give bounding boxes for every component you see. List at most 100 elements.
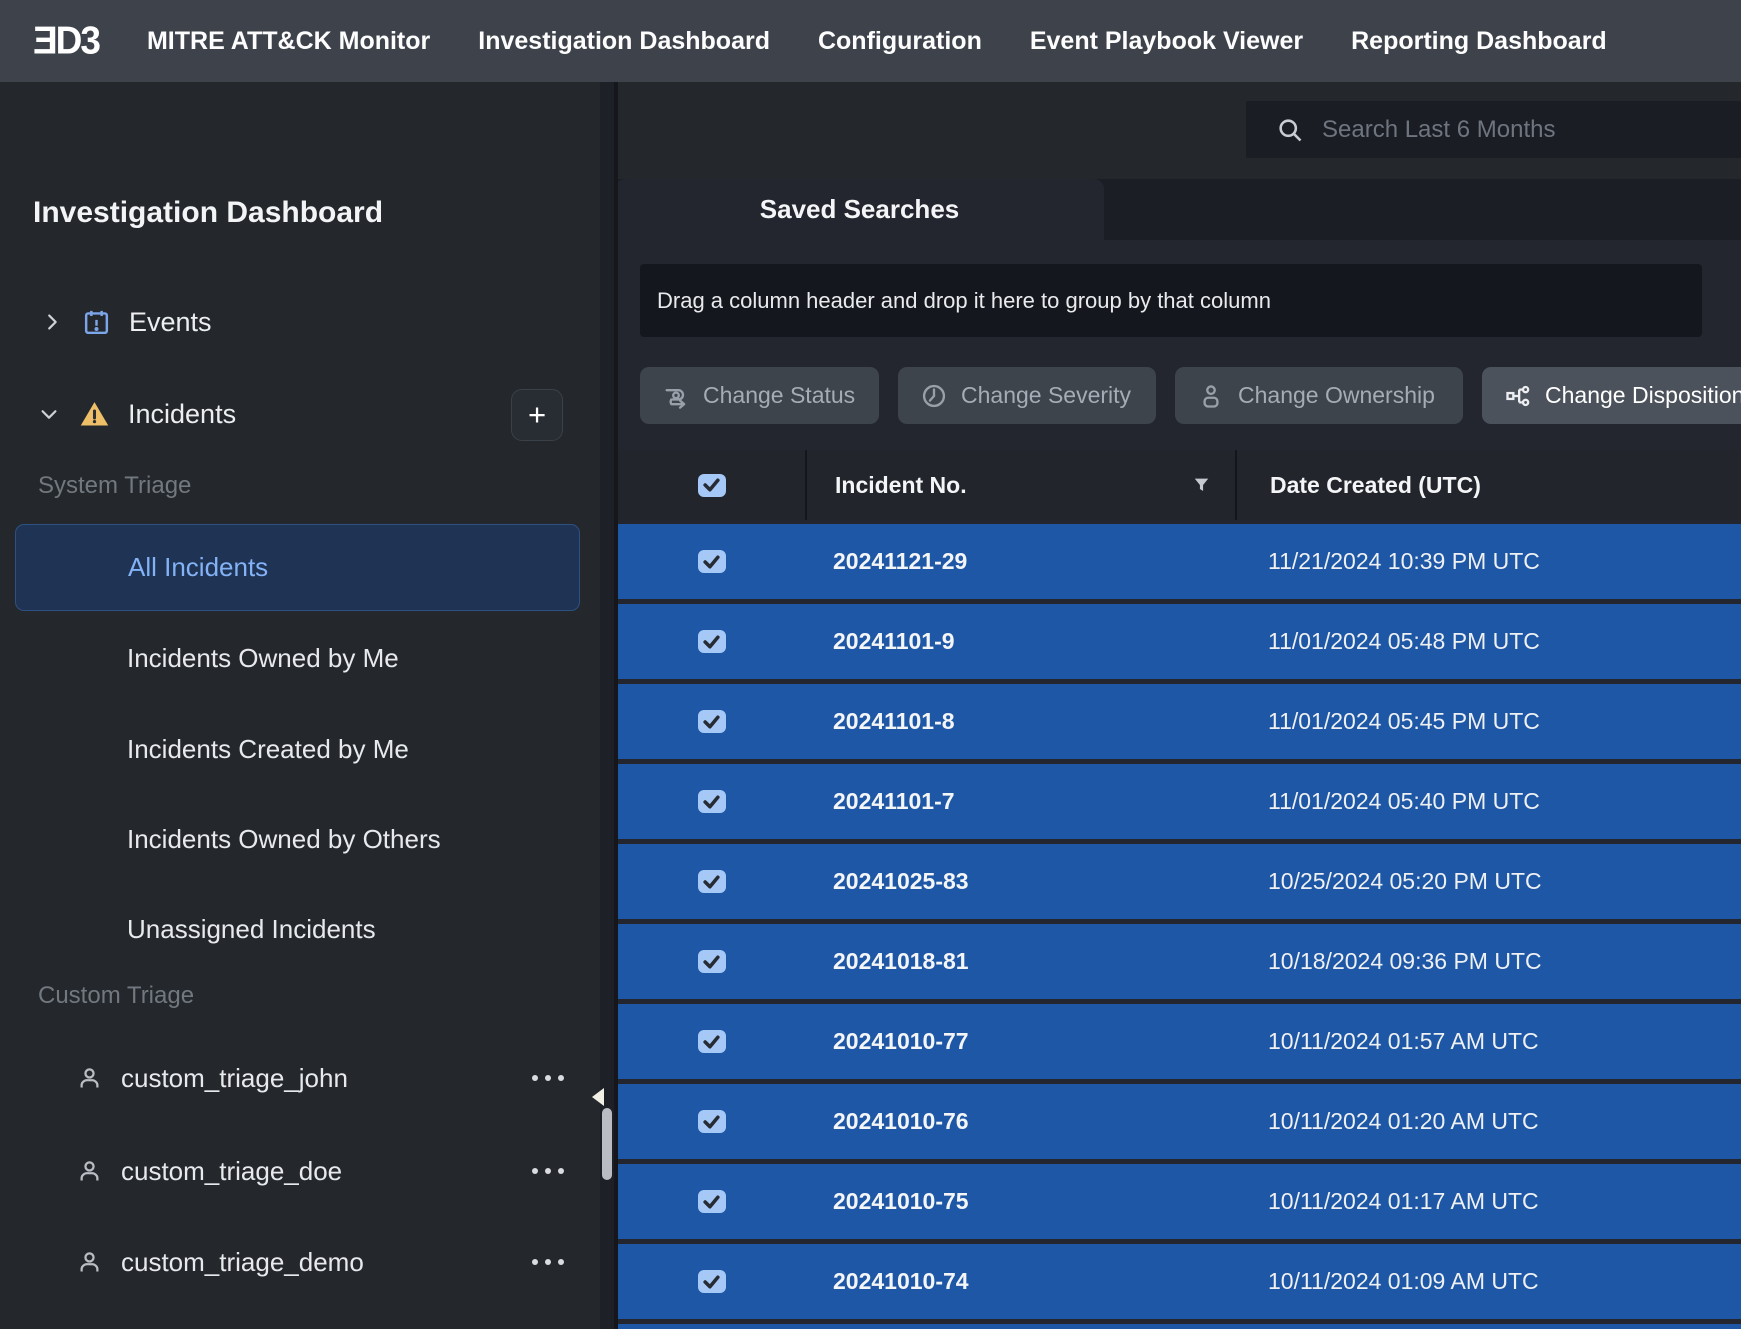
date-created-cell: 10/18/2024 09:36 PM UTC — [1235, 924, 1741, 999]
table-row[interactable]: 20241101-811/01/2024 05:45 PM UTC — [618, 684, 1741, 759]
d3-logo[interactable]: ƎD3 — [33, 19, 99, 63]
change-status-label: Change Status — [703, 382, 855, 409]
row-checkbox-cell — [618, 1004, 805, 1079]
nav-mitre-attack-monitor[interactable]: MITRE ATT&CK Monitor — [147, 27, 430, 56]
date-created-cell: 10/11/2024 01:20 AM UTC — [1235, 1084, 1741, 1159]
incident-no-header-label: Incident No. — [835, 472, 967, 499]
sidebar-item-incidents-created-by-me[interactable]: Incidents Created by Me — [15, 706, 580, 793]
change-disposition-label: Change Disposition — [1545, 382, 1741, 409]
nav-configuration[interactable]: Configuration — [818, 27, 982, 56]
table-row[interactable]: 20241121-2911/21/2024 10:39 PM UTC — [618, 524, 1741, 599]
date-created-cell: 10/25/2024 05:20 PM UTC — [1235, 844, 1741, 919]
custom-triage-label: Custom Triage — [38, 982, 194, 1010]
table-row[interactable]: 20241101-711/01/2024 05:40 PM UTC — [618, 764, 1741, 839]
sidebar-item-all-incidents[interactable]: All Incidents — [15, 524, 580, 611]
row-checkbox-cell — [618, 684, 805, 759]
global-search[interactable] — [1246, 101, 1741, 158]
column-header-date-created[interactable]: Date Created (UTC) — [1235, 450, 1741, 520]
tab-saved-searches[interactable]: Saved Searches — [618, 179, 1104, 240]
incident-no-cell: 20241010-77 — [805, 1004, 1235, 1079]
table-row[interactable]: 20241025-8310/25/2024 05:20 PM UTC — [618, 844, 1741, 919]
change-status-button[interactable]: Change Status — [640, 367, 879, 424]
system-triage-label: System Triage — [38, 472, 191, 500]
row-checkbox[interactable] — [698, 1190, 726, 1213]
row-checkbox-cell — [618, 924, 805, 999]
sidebar-item-incidents-owned-by-me[interactable]: Incidents Owned by Me — [15, 615, 580, 702]
table-row[interactable]: 20241018-8110/18/2024 09:36 PM UTC — [618, 924, 1741, 999]
row-checkbox[interactable] — [698, 710, 726, 733]
nav-event-playbook-viewer[interactable]: Event Playbook Viewer — [1030, 27, 1303, 56]
sidebar-item-incidents-owned-by-others[interactable]: Incidents Owned by Others — [15, 796, 580, 883]
more-options-icon[interactable] — [532, 1259, 564, 1265]
events-label: Events — [129, 307, 212, 338]
nav-investigation-dashboard[interactable]: Investigation Dashboard — [478, 27, 770, 56]
sidebar-item-unassigned-incidents[interactable]: Unassigned Incidents — [15, 886, 580, 973]
row-checkbox[interactable] — [698, 1110, 726, 1133]
row-checkbox-cell — [618, 1164, 805, 1239]
table-row[interactable]: 20241010-7510/11/2024 01:17 AM UTC — [618, 1164, 1741, 1239]
incident-no-cell: 20241101-9 — [805, 604, 1235, 679]
sidebar-group-events[interactable]: Events — [0, 300, 560, 344]
change-severity-button[interactable]: Change Severity — [898, 367, 1156, 424]
incident-no-cell: 20241010-76 — [805, 1084, 1235, 1159]
date-created-cell: 10/11/2024 01:17 AM UTC — [1235, 1164, 1741, 1239]
top-nav: ƎD3 MITRE ATT&CK Monitor Investigation D… — [0, 0, 1741, 82]
sidebar-scrollbar-thumb[interactable] — [602, 1108, 612, 1180]
row-checkbox[interactable] — [698, 950, 726, 973]
table-row-partial — [618, 1324, 1741, 1329]
row-checkbox[interactable] — [698, 630, 726, 653]
row-checkbox[interactable] — [698, 1270, 726, 1293]
incident-no-cell: 20241018-81 — [805, 924, 1235, 999]
tab-strip: Saved Searches — [618, 179, 1741, 240]
table-header: Incident No. Date Created (UTC) — [618, 450, 1741, 520]
filter-icon[interactable] — [1192, 476, 1211, 495]
search-input[interactable] — [1320, 115, 1724, 145]
chevron-right-icon[interactable] — [41, 311, 63, 333]
table-row[interactable]: 20241010-7410/11/2024 01:09 AM UTC — [618, 1244, 1741, 1319]
date-created-cell: 11/21/2024 10:39 PM UTC — [1235, 524, 1741, 599]
change-status-icon — [662, 382, 690, 410]
date-created-cell: 10/11/2024 01:57 AM UTC — [1235, 1004, 1741, 1079]
table-rows: 20241121-2911/21/2024 10:39 PM UTC202411… — [618, 520, 1741, 1329]
row-checkbox-cell — [618, 524, 805, 599]
sidebar-group-incidents[interactable]: Incidents — [0, 390, 560, 438]
search-icon — [1276, 116, 1304, 144]
sidebar-item-custom-triage-john[interactable]: custom_triage_john — [0, 1047, 580, 1109]
table-row[interactable]: 20241101-911/01/2024 05:48 PM UTC — [618, 604, 1741, 679]
row-checkbox[interactable] — [698, 1030, 726, 1053]
select-all-checkbox[interactable] — [698, 474, 726, 497]
date-created-cell: 11/01/2024 05:45 PM UTC — [1235, 684, 1741, 759]
change-disposition-icon — [1504, 382, 1532, 410]
main-content: Saved Searches Drag a column header and … — [618, 82, 1741, 1329]
table-row[interactable]: 20241010-7610/11/2024 01:20 AM UTC — [618, 1084, 1741, 1159]
more-options-icon[interactable] — [532, 1075, 564, 1081]
person-icon — [76, 1249, 103, 1276]
custom-triage-name: custom_triage_doe — [121, 1156, 342, 1187]
date-created-cell: 10/11/2024 01:09 AM UTC — [1235, 1244, 1741, 1319]
sidebar-item-custom-triage-doe[interactable]: custom_triage_doe — [0, 1140, 580, 1202]
row-checkbox[interactable] — [698, 870, 726, 893]
row-checkbox-cell — [618, 604, 805, 679]
change-ownership-button[interactable]: Change Ownership — [1175, 367, 1463, 424]
row-checkbox[interactable] — [698, 790, 726, 813]
row-checkbox[interactable] — [698, 550, 726, 573]
change-ownership-label: Change Ownership — [1238, 382, 1435, 409]
more-options-icon[interactable] — [532, 1168, 564, 1174]
date-created-cell: 11/01/2024 05:48 PM UTC — [1235, 604, 1741, 679]
sidebar-item-custom-triage-demo[interactable]: custom_triage_demo — [0, 1231, 580, 1293]
group-by-hint: Drag a column header and drop it here to… — [657, 288, 1271, 314]
incident-no-cell: 20241101-8 — [805, 684, 1235, 759]
row-checkbox-cell — [618, 844, 805, 919]
row-checkbox-cell — [618, 1244, 805, 1319]
chevron-down-icon[interactable] — [38, 403, 60, 425]
nav-reporting-dashboard[interactable]: Reporting Dashboard — [1351, 27, 1607, 56]
group-by-dropzone[interactable]: Drag a column header and drop it here to… — [640, 264, 1702, 337]
grid-panel: Drag a column header and drop it here to… — [618, 240, 1741, 1329]
app-window: ƎD3 MITRE ATT&CK Monitor Investigation D… — [0, 0, 1741, 1329]
add-incident-button[interactable]: + — [511, 389, 563, 441]
table-row[interactable]: 20241010-7710/11/2024 01:57 AM UTC — [618, 1004, 1741, 1079]
column-header-incident-no[interactable]: Incident No. — [805, 450, 1235, 520]
sidebar-collapse-icon[interactable] — [592, 1088, 604, 1106]
incidents-table: Incident No. Date Created (UTC) 20241121… — [618, 450, 1741, 1329]
change-disposition-button[interactable]: Change Disposition — [1482, 367, 1741, 424]
